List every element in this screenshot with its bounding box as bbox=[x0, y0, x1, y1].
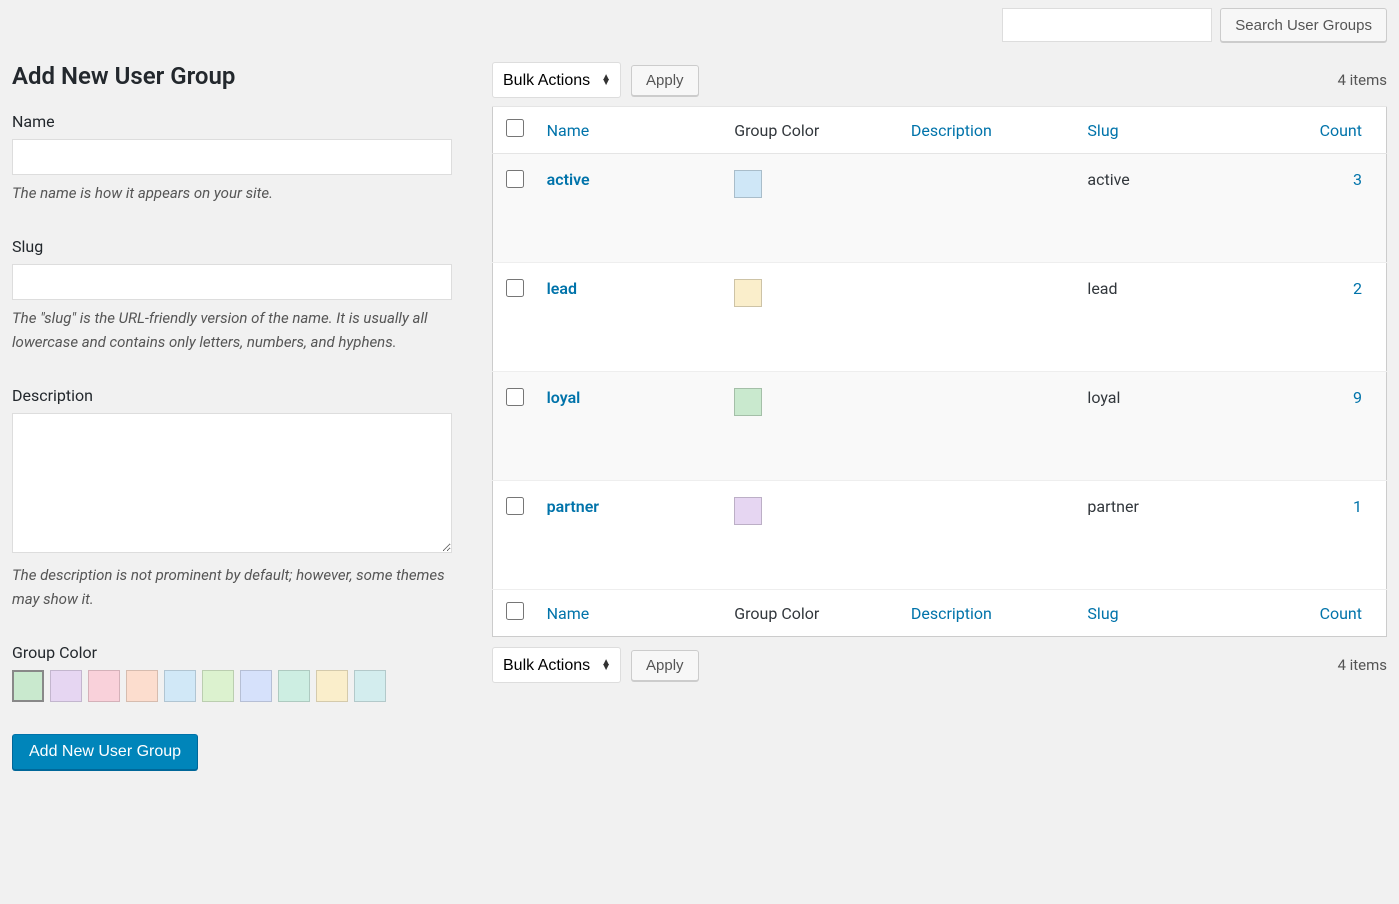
select-all-bottom[interactable] bbox=[506, 602, 524, 620]
col-description-footer[interactable]: Description bbox=[901, 590, 1078, 637]
name-label: Name bbox=[12, 112, 452, 131]
search-button[interactable]: Search User Groups bbox=[1220, 8, 1387, 42]
color-swatch[interactable] bbox=[240, 670, 272, 702]
row-name-link[interactable]: loyal bbox=[547, 388, 581, 407]
bulk-apply-button-bottom[interactable]: Apply bbox=[631, 650, 699, 681]
col-name-footer[interactable]: Name bbox=[537, 590, 725, 637]
row-checkbox[interactable] bbox=[506, 279, 524, 297]
col-description-header[interactable]: Description bbox=[901, 107, 1078, 154]
col-slug-footer[interactable]: Slug bbox=[1077, 590, 1298, 637]
bulk-apply-button-top[interactable]: Apply bbox=[631, 65, 699, 96]
slug-field[interactable] bbox=[12, 264, 452, 300]
color-swatch[interactable] bbox=[164, 670, 196, 702]
items-count-top: 4 items bbox=[1337, 71, 1387, 89]
col-name-header[interactable]: Name bbox=[537, 107, 725, 154]
row-color-swatch bbox=[734, 497, 762, 525]
slug-label: Slug bbox=[12, 237, 452, 256]
row-count-link[interactable]: 3 bbox=[1353, 170, 1362, 189]
row-slug: lead bbox=[1077, 263, 1298, 372]
col-group-color-header: Group Color bbox=[724, 107, 901, 154]
color-swatch[interactable] bbox=[354, 670, 386, 702]
row-name-link[interactable]: lead bbox=[547, 279, 577, 298]
col-slug-header[interactable]: Slug bbox=[1077, 107, 1298, 154]
form-heading: Add New User Group bbox=[12, 62, 452, 90]
row-description bbox=[901, 263, 1078, 372]
table-row: lead lead 2 bbox=[493, 263, 1387, 372]
description-label: Description bbox=[12, 386, 452, 405]
row-checkbox[interactable] bbox=[506, 497, 524, 515]
row-slug: loyal bbox=[1077, 372, 1298, 481]
submit-button[interactable]: Add New User Group bbox=[12, 734, 198, 770]
color-swatch[interactable] bbox=[50, 670, 82, 702]
row-description bbox=[901, 481, 1078, 590]
color-swatch[interactable] bbox=[12, 670, 44, 702]
row-name-link[interactable]: active bbox=[547, 170, 590, 189]
bulk-actions-select-top[interactable]: Bulk Actions bbox=[492, 62, 621, 98]
color-swatch[interactable] bbox=[88, 670, 120, 702]
row-checkbox[interactable] bbox=[506, 388, 524, 406]
slug-hint: The "slug" is the URL-friendly version o… bbox=[12, 306, 452, 354]
table-row: loyal loyal 9 bbox=[493, 372, 1387, 481]
color-swatch[interactable] bbox=[316, 670, 348, 702]
bulk-actions-select-bottom[interactable]: Bulk Actions bbox=[492, 647, 621, 683]
row-color-swatch bbox=[734, 279, 762, 307]
row-slug: active bbox=[1077, 154, 1298, 263]
search-input[interactable] bbox=[1002, 8, 1212, 42]
row-color-swatch bbox=[734, 388, 762, 416]
description-field[interactable] bbox=[12, 413, 452, 553]
select-all-top[interactable] bbox=[506, 119, 524, 137]
name-field[interactable] bbox=[12, 139, 452, 175]
col-count-header[interactable]: Count bbox=[1298, 107, 1386, 154]
color-swatch[interactable] bbox=[278, 670, 310, 702]
color-swatch[interactable] bbox=[202, 670, 234, 702]
row-checkbox[interactable] bbox=[506, 170, 524, 188]
table-row: active active 3 bbox=[493, 154, 1387, 263]
color-swatch[interactable] bbox=[126, 670, 158, 702]
row-color-swatch bbox=[734, 170, 762, 198]
col-count-footer[interactable]: Count bbox=[1298, 590, 1386, 637]
row-count-link[interactable]: 2 bbox=[1353, 279, 1362, 298]
row-count-link[interactable]: 9 bbox=[1353, 388, 1362, 407]
table-row: partner partner 1 bbox=[493, 481, 1387, 590]
group-color-label: Group Color bbox=[12, 643, 452, 662]
col-group-color-footer: Group Color bbox=[724, 590, 901, 637]
row-description bbox=[901, 372, 1078, 481]
row-description bbox=[901, 154, 1078, 263]
items-count-bottom: 4 items bbox=[1337, 656, 1387, 674]
name-hint: The name is how it appears on your site. bbox=[12, 181, 452, 205]
row-slug: partner bbox=[1077, 481, 1298, 590]
row-count-link[interactable]: 1 bbox=[1353, 497, 1362, 516]
description-hint: The description is not prominent by defa… bbox=[12, 563, 452, 611]
row-name-link[interactable]: partner bbox=[547, 497, 599, 516]
